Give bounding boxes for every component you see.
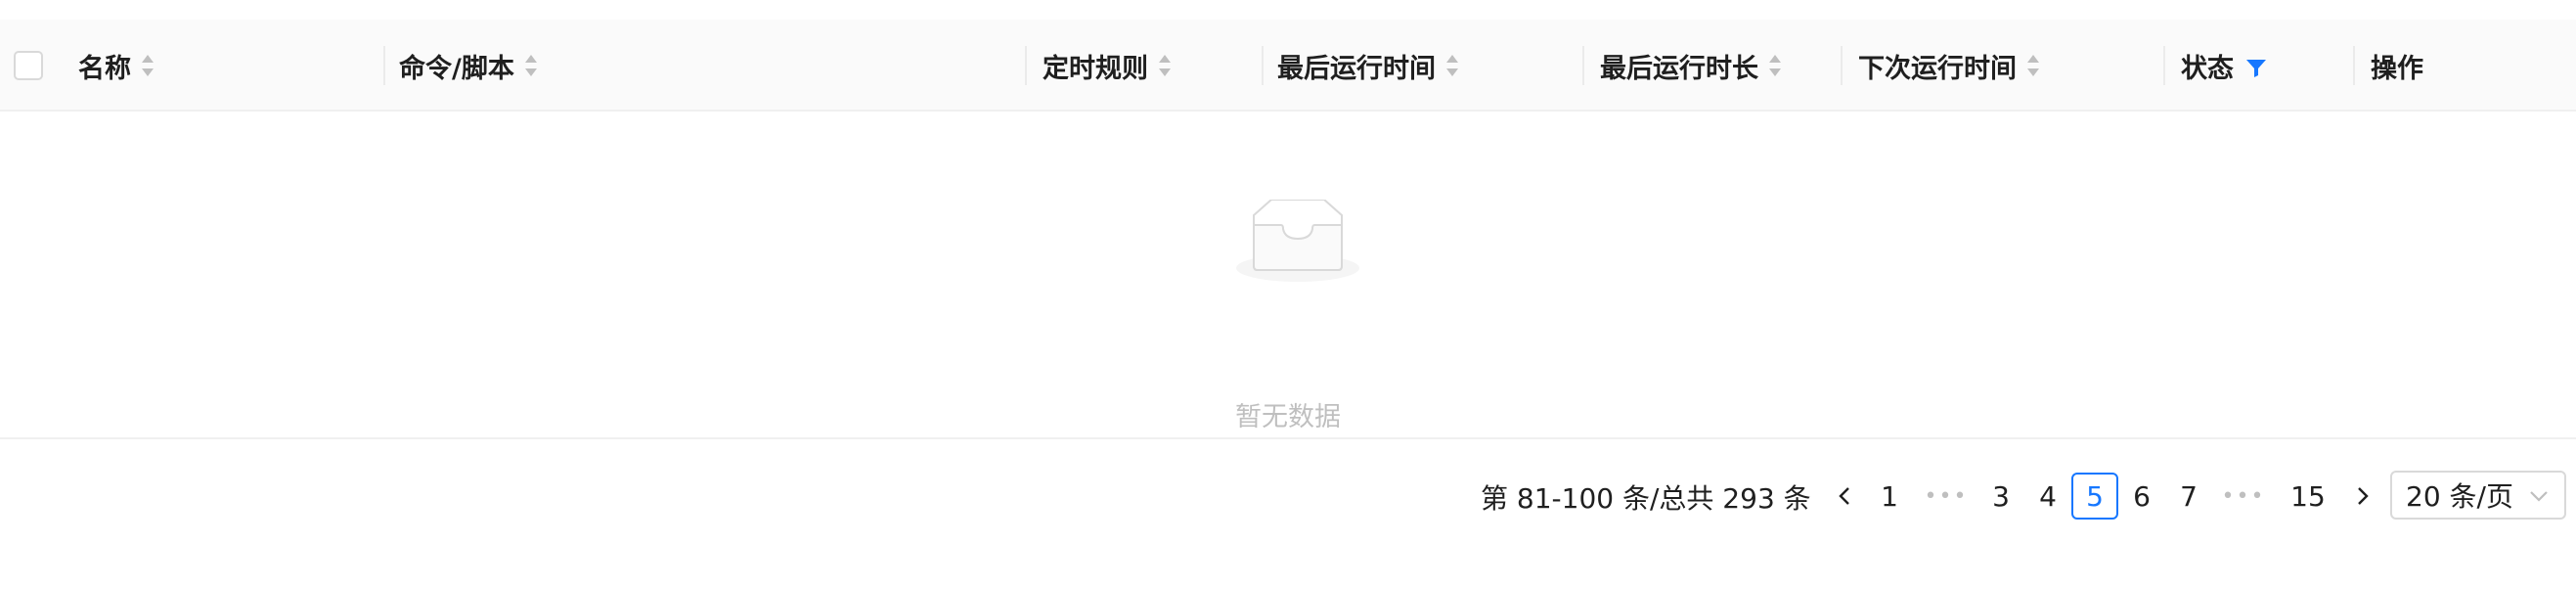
page-size-select[interactable]: 20 条/页 bbox=[2390, 471, 2566, 520]
page-size-value: 20 条/页 bbox=[2406, 480, 2513, 513]
page-item[interactable]: 15 bbox=[2285, 473, 2332, 520]
column-divider bbox=[1841, 46, 1843, 85]
column-divider bbox=[2163, 46, 2165, 85]
column-header-next-run-time[interactable]: 下次运行时间 bbox=[1858, 20, 2040, 112]
column-label: 定时规则 bbox=[1043, 53, 1148, 84]
filter-icon[interactable] bbox=[2245, 55, 2267, 77]
column-header-schedule[interactable]: 定时规则 bbox=[1043, 20, 1172, 112]
page-item[interactable]: 6 bbox=[2118, 473, 2165, 520]
column-label: 状态 bbox=[2181, 53, 2234, 84]
column-header-command[interactable]: 命令/脚本 bbox=[399, 20, 538, 112]
column-divider bbox=[1582, 46, 1584, 85]
jump-prev-ellipsis[interactable]: ••• bbox=[1923, 473, 1970, 520]
chevron-right-icon bbox=[2358, 487, 2369, 505]
select-all-checkbox[interactable] bbox=[14, 51, 43, 80]
sort-icon[interactable] bbox=[1158, 52, 1172, 79]
sort-icon[interactable] bbox=[2026, 52, 2040, 79]
chevron-left-icon bbox=[1839, 487, 1849, 505]
page-item-current[interactable]: 5 bbox=[2071, 473, 2118, 520]
jump-next-ellipsis[interactable]: ••• bbox=[2220, 473, 2267, 520]
column-header-status[interactable]: 状态 bbox=[2181, 20, 2267, 112]
column-header-actions: 操作 bbox=[2371, 20, 2423, 112]
sort-icon[interactable] bbox=[1445, 52, 1459, 79]
empty-inbox-icon bbox=[1234, 199, 1361, 292]
cron-table: 名称 命令/脚本 定时规则 最后运行时间 最后运行时长 下次运行时间 状态 操作… bbox=[0, 20, 2576, 439]
column-label: 下次运行时间 bbox=[1858, 53, 2017, 84]
page-item[interactable]: 1 bbox=[1866, 473, 1913, 520]
column-label: 最后运行时间 bbox=[1277, 53, 1436, 84]
column-header-last-duration[interactable]: 最后运行时长 bbox=[1600, 20, 1782, 112]
column-divider bbox=[1025, 46, 1027, 85]
page-item[interactable]: 3 bbox=[1977, 473, 2024, 520]
column-label: 操作 bbox=[2371, 53, 2423, 84]
column-header-name[interactable]: 名称 bbox=[78, 20, 155, 112]
sort-icon[interactable] bbox=[1768, 52, 1782, 79]
page-item[interactable]: 7 bbox=[2165, 473, 2212, 520]
empty-text: 暂无数据 bbox=[1235, 402, 1341, 432]
sort-icon[interactable] bbox=[141, 52, 155, 79]
column-divider bbox=[383, 46, 385, 85]
page-item[interactable]: 4 bbox=[2024, 473, 2071, 520]
table-body: 暂无数据 bbox=[0, 112, 2576, 439]
chevron-down-icon bbox=[2530, 491, 2548, 502]
column-label: 最后运行时长 bbox=[1600, 53, 1758, 84]
column-divider bbox=[2353, 46, 2355, 85]
column-header-last-run-time[interactable]: 最后运行时间 bbox=[1277, 20, 1459, 112]
prev-page-button[interactable] bbox=[1821, 473, 1868, 520]
column-divider bbox=[1262, 46, 1264, 85]
table-header: 名称 命令/脚本 定时规则 最后运行时间 最后运行时长 下次运行时间 状态 操作 bbox=[0, 20, 2576, 112]
column-label: 名称 bbox=[78, 53, 131, 84]
column-label: 命令/脚本 bbox=[399, 53, 514, 84]
pagination-total: 第 81-100 条/总共 293 条 bbox=[1481, 482, 1811, 515]
sort-icon[interactable] bbox=[524, 52, 538, 79]
next-page-button[interactable] bbox=[2339, 473, 2386, 520]
